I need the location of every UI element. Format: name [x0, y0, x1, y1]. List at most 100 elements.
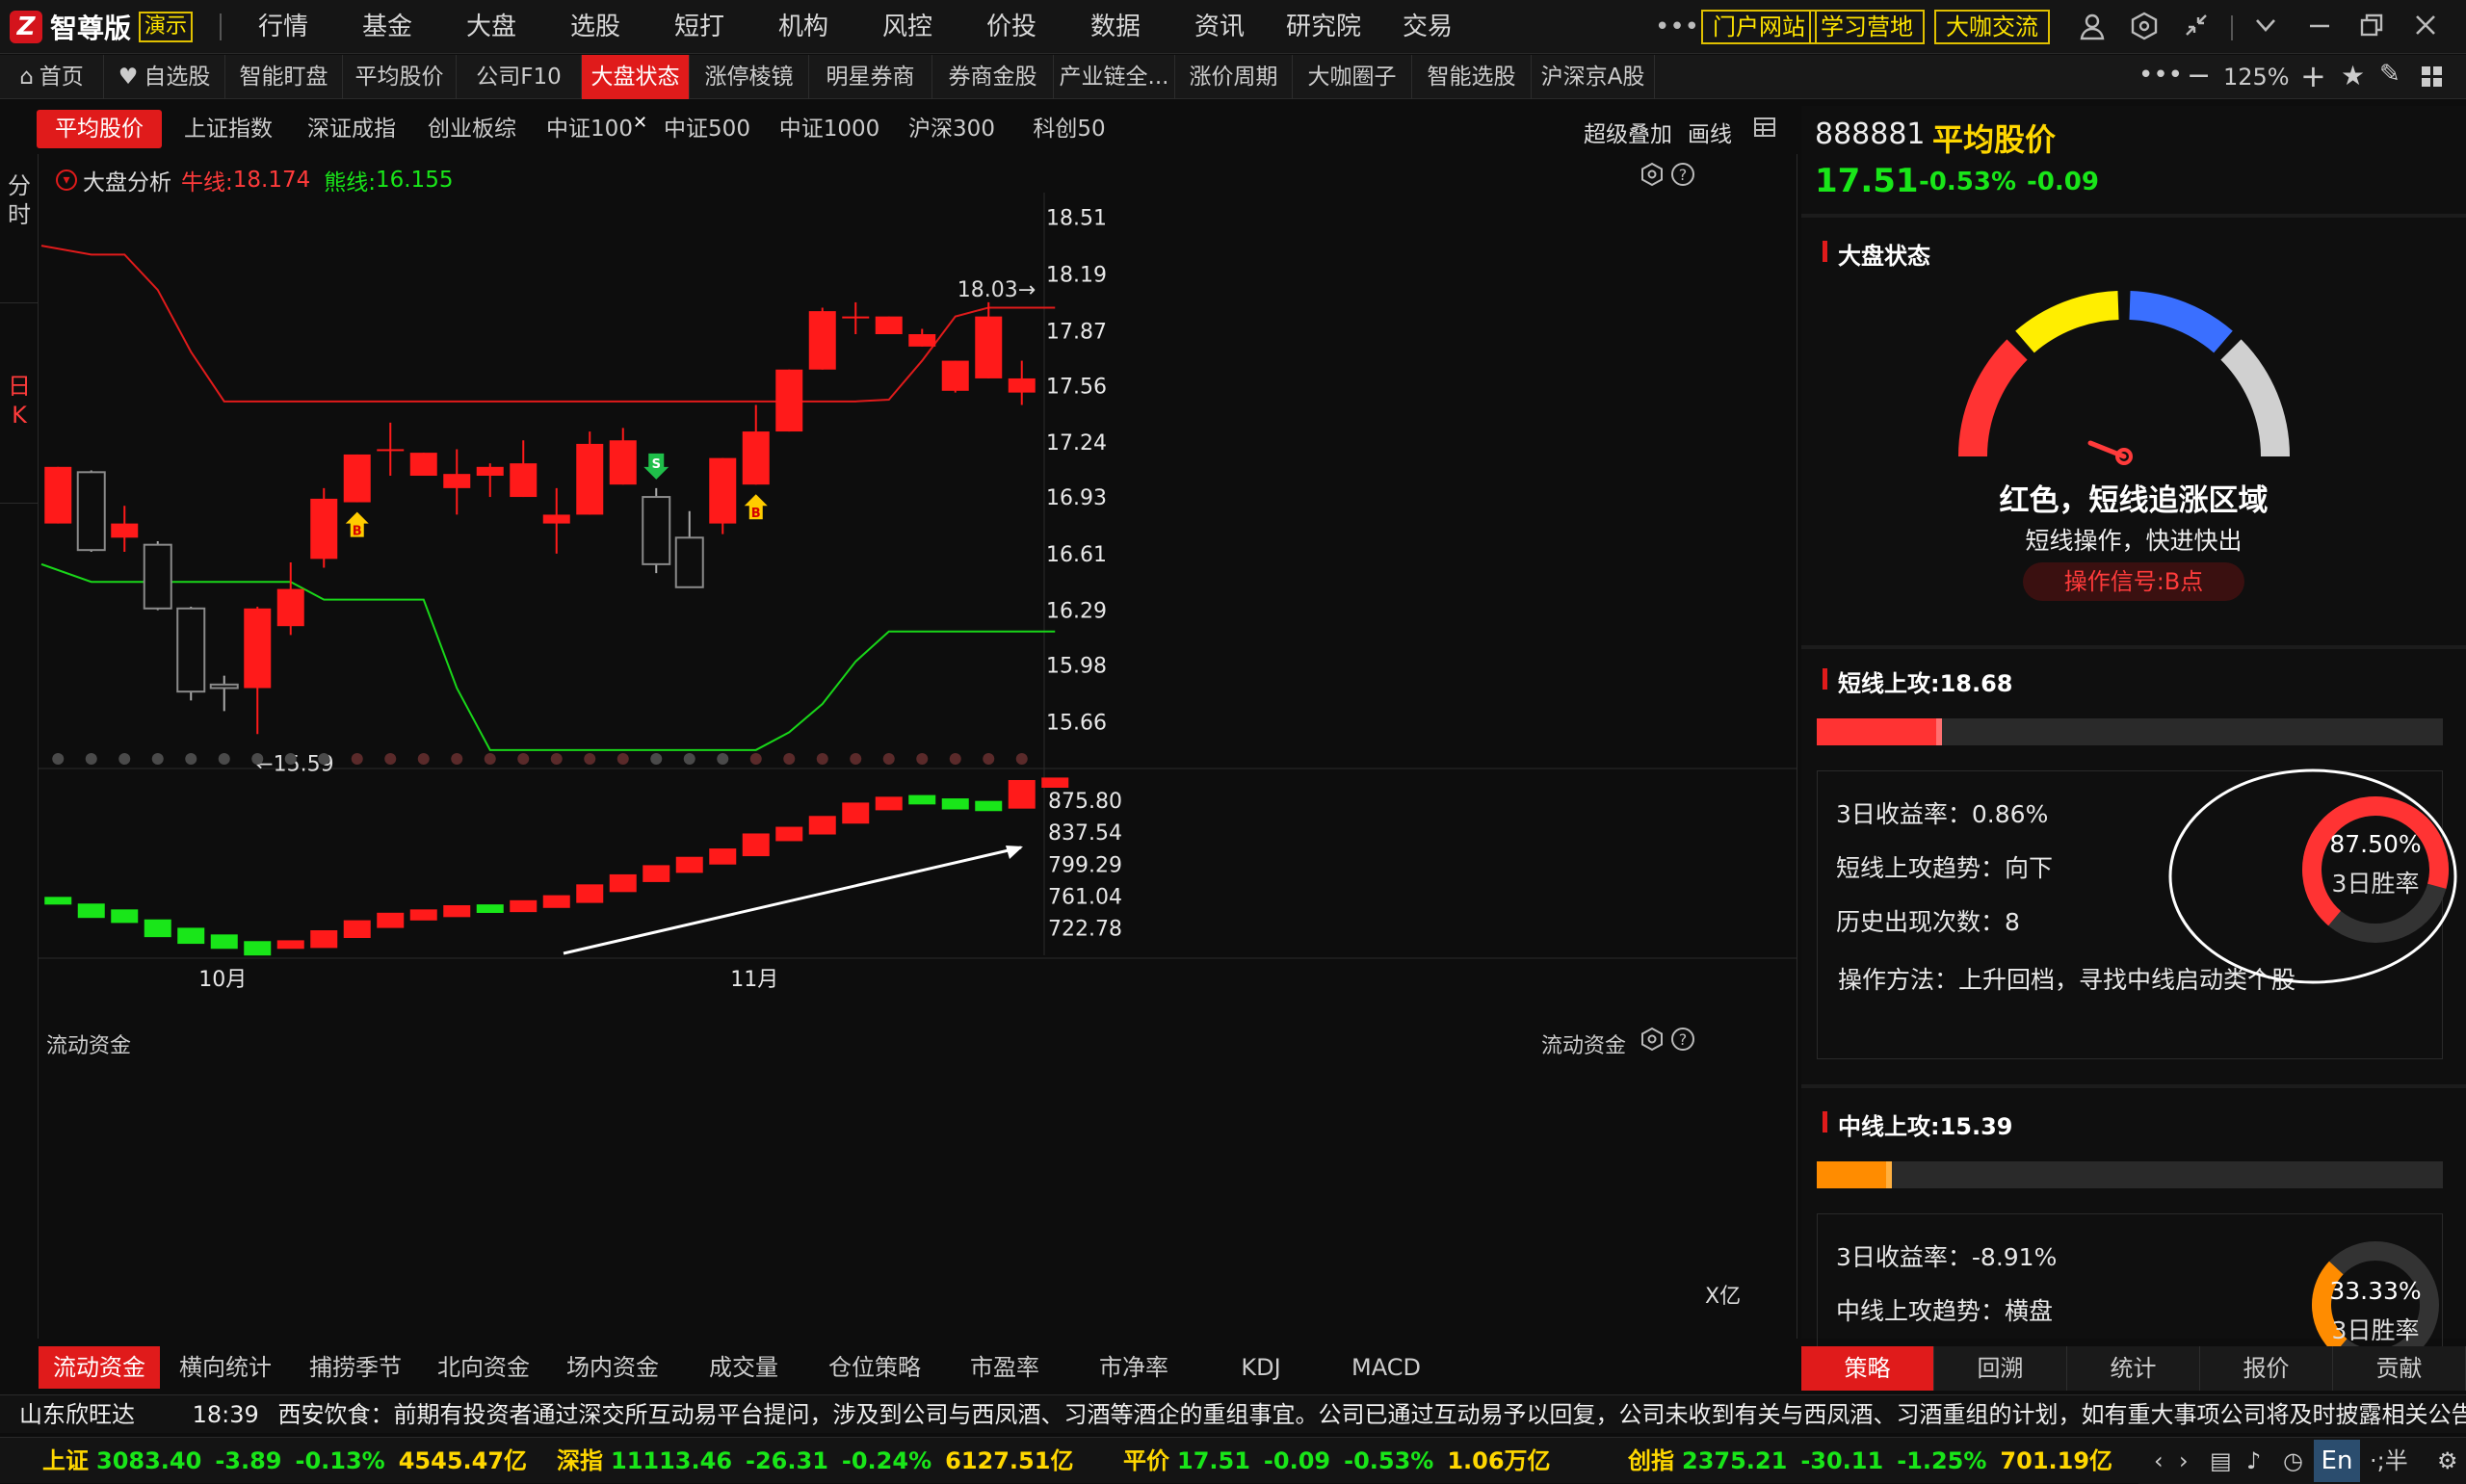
tab-9[interactable]: 产业链全...	[1054, 55, 1175, 99]
indicator-menu-icon[interactable]: ▾	[56, 169, 77, 191]
top-menu-item[interactable]: 数据	[1063, 10, 1167, 44]
top-menu-item[interactable]: 交易	[1376, 10, 1480, 44]
subtab-5[interactable]: 中证500	[651, 110, 763, 148]
subtab-1[interactable]: 上证指数	[170, 110, 287, 148]
right-tab-0[interactable]: 策略	[1801, 1346, 1934, 1391]
zoom-in-icon[interactable]: +	[2300, 58, 2326, 94]
grid-icon[interactable]	[2418, 57, 2447, 99]
ticker-text[interactable]: 西安饮食：前期有投资者通过深交所互动易平台提问，涉及到公司与西凤酒、习酒等酒企的…	[277, 1401, 2466, 1428]
edit-icon[interactable]: ✎	[2379, 60, 2400, 89]
expert-chat-button[interactable]: 大咖交流	[1934, 10, 2050, 44]
right-tab-4[interactable]: 贡献	[2333, 1346, 2466, 1391]
bottom-tab-5[interactable]: 成交量	[678, 1346, 809, 1389]
tab-5[interactable]: 大盘状态✕	[582, 55, 690, 133]
lower-settings-icon[interactable]	[1640, 1027, 1665, 1055]
shrink-icon[interactable]	[2179, 12, 2214, 42]
lower-help-icon[interactable]: ?	[1670, 1027, 1695, 1055]
settings-icon[interactable]	[2127, 12, 2162, 42]
ticker-stock[interactable]: 山东欣旺达	[19, 1401, 135, 1428]
bottom-tab-1[interactable]: 横向统计	[160, 1346, 291, 1389]
status-index-0[interactable]: 上证 3083.40 -3.89 -0.13% 4545.47亿	[42, 1438, 527, 1484]
news-ticker[interactable]: 山东欣旺达 18:39 西安饮食：前期有投资者通过深交所互动易平台提问，涉及到公…	[0, 1394, 2466, 1433]
bell-icon[interactable]: ♪	[2246, 1438, 2261, 1484]
restore-icon[interactable]	[2354, 12, 2389, 42]
subtab-4[interactable]: 中证100	[534, 110, 645, 148]
bottom-tab-3[interactable]: 北向资金	[420, 1346, 547, 1389]
tab-8[interactable]: 券商金股	[932, 55, 1054, 99]
status-index-3[interactable]: 创指 2375.21 -30.11 -1.25% 701.19亿	[1628, 1438, 2112, 1484]
operation-signal-badge[interactable]: 操作信号:B点	[2023, 562, 2244, 601]
daily-k-tab[interactable]: 日K	[8, 372, 31, 430]
mid-trend: 中线上攻趋势：横盘	[1836, 1297, 2054, 1325]
tab-4[interactable]: 公司F10	[457, 55, 582, 99]
logo-icon: Z	[10, 11, 42, 43]
series-line-牛线	[40, 245, 1056, 403]
layout-icon[interactable]	[1753, 116, 1776, 143]
top-menu-item[interactable]: 研究院	[1272, 10, 1376, 44]
draw-line-button[interactable]: 画线	[1688, 116, 1732, 148]
right-tab-2[interactable]: 统计	[2067, 1346, 2200, 1391]
bottom-tab-10[interactable]: MACD	[1324, 1346, 1449, 1389]
learning-button[interactable]: 学习营地	[1809, 10, 1925, 44]
top-menu-item[interactable]: 机构	[751, 10, 855, 44]
right-tab-3[interactable]: 报价	[2200, 1346, 2333, 1391]
bottom-tab-6[interactable]: 仓位策略	[809, 1346, 940, 1389]
tab-2[interactable]: 智能盯盘	[225, 55, 343, 99]
tab-10[interactable]: 涨价周期	[1175, 55, 1293, 99]
bottom-tab-4[interactable]: 场内资金	[547, 1346, 678, 1389]
gear-icon[interactable]: ⚙	[2437, 1438, 2458, 1484]
tab-3[interactable]: 平均股价	[343, 55, 457, 99]
more-tabs-icon[interactable]: •••	[2138, 61, 2183, 90]
subtab-3[interactable]: 创业板综	[416, 110, 528, 148]
ime-badge-icon[interactable]: En	[2314, 1440, 2360, 1482]
chevron-down-icon[interactable]	[2248, 12, 2283, 42]
user-icon[interactable]	[2075, 12, 2110, 42]
subtab-6[interactable]: 中证1000	[769, 110, 890, 148]
chevron-left-icon[interactable]: ‹	[2154, 1438, 2164, 1484]
tab-1[interactable]: ♥ 自选股	[104, 55, 225, 99]
tab-13[interactable]: 沪深京A股	[1532, 55, 1655, 99]
chevron-right-icon[interactable]: ›	[2179, 1438, 2189, 1484]
status-index-2[interactable]: 平价 17.51 -0.09 -0.53% 1.06万亿	[1123, 1438, 1551, 1484]
kline-chart[interactable]: 18.51 18.19 17.87 17.56 17.24 16.93 16.61 16.29…	[39, 193, 1797, 1271]
bottom-tab-8[interactable]: 市净率	[1069, 1346, 1198, 1389]
subtab-8[interactable]: 科创50	[1013, 110, 1125, 148]
bottom-tab-9[interactable]: KDJ	[1198, 1346, 1324, 1389]
star-icon[interactable]: ★	[2341, 60, 2365, 91]
lower-panel-right-title: 流动资金	[1541, 1034, 1627, 1058]
top-menu-item[interactable]: 选股	[543, 10, 647, 44]
status-index-1[interactable]: 深指 11113.46 -26.31 -0.24% 6127.51亿	[557, 1438, 1073, 1484]
super-overlay-button[interactable]: 超级叠加	[1584, 116, 1672, 148]
zoom-out-icon[interactable]: −	[2187, 59, 2211, 92]
tab-12[interactable]: 智能选股	[1412, 55, 1532, 99]
tab-11[interactable]: 大咖圈子	[1293, 55, 1412, 99]
subtab-7[interactable]: 沪深300	[896, 110, 1008, 148]
top-menu-item[interactable]: 短打	[647, 10, 751, 44]
bottom-tab-2[interactable]: 捕捞季节	[291, 1346, 420, 1389]
top-menu-item[interactable]: 风控	[855, 10, 959, 44]
tab-7[interactable]: 明星券商	[809, 55, 932, 99]
top-menu-item[interactable]: 资讯	[1167, 10, 1272, 44]
more-icon[interactable]: •••	[1655, 12, 1699, 42]
minimize-icon[interactable]	[2302, 12, 2337, 42]
bottom-tab-7[interactable]: 市盈率	[940, 1346, 1069, 1389]
intraday-tab[interactable]: 分时	[8, 171, 31, 229]
subtab-2[interactable]: 深证成指	[293, 110, 410, 148]
bottom-tab-0[interactable]: 流动资金	[39, 1346, 160, 1389]
tab-0[interactable]: ⌂ 首页	[0, 55, 104, 99]
clock-icon[interactable]: ◷	[2283, 1438, 2303, 1484]
tab-6[interactable]: 涨停棱镜	[690, 55, 809, 99]
indicator-settings-icon[interactable]	[1640, 162, 1665, 191]
top-menu-item[interactable]: 大盘	[439, 10, 543, 44]
top-menu-item[interactable]: 基金	[335, 10, 439, 44]
indicator-help-icon[interactable]: ?	[1670, 162, 1695, 191]
subtab-0[interactable]: 平均股价	[37, 110, 162, 148]
calendar-icon[interactable]: ▤	[2210, 1438, 2232, 1484]
portal-button[interactable]: 门户网站	[1701, 10, 1817, 44]
right-tab-1[interactable]: 回溯	[1934, 1346, 2067, 1391]
close-icon[interactable]	[2408, 12, 2443, 42]
ime-mode-icon[interactable]: ·;半	[2370, 1438, 2408, 1484]
top-menu-item[interactable]: 价投	[959, 10, 1063, 44]
fund-bar	[244, 941, 272, 956]
top-menu-item[interactable]: 行情	[231, 10, 335, 44]
